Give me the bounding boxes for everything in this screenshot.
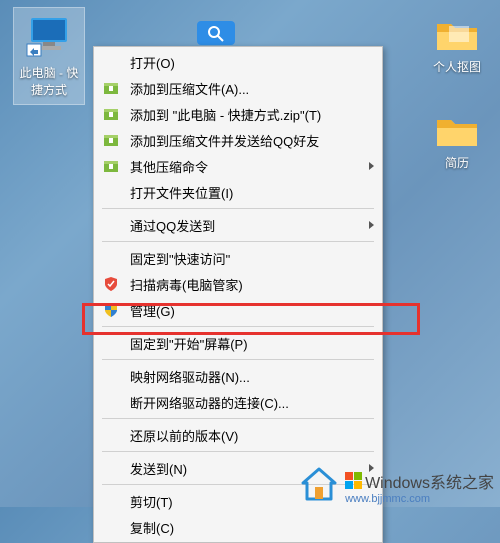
menu-item-manage[interactable]: 管理(G) (94, 297, 382, 323)
blank-icon (102, 183, 120, 201)
desktop-icon-label: 简历 (422, 154, 492, 171)
menu-item-restore-previous[interactable]: 还原以前的版本(V) (94, 422, 382, 448)
menu-separator (102, 326, 374, 327)
menu-item-open-location[interactable]: 打开文件夹位置(I) (94, 179, 382, 205)
house-icon (299, 465, 339, 505)
desktop-icon-label: 此电脑 - 快捷方式 (16, 64, 82, 98)
chevron-right-icon (369, 162, 374, 170)
search-button[interactable] (197, 21, 235, 45)
desktop-icon-folder-2[interactable]: 简历 (422, 110, 492, 171)
menu-item-copy[interactable]: 复制(C) (94, 514, 382, 540)
blank-icon (102, 426, 120, 444)
menu-separator (102, 451, 374, 452)
watermark-url: www.bjjmmc.com (345, 493, 494, 505)
archive-icon (102, 131, 120, 149)
blank-icon (102, 367, 120, 385)
blank-icon (102, 216, 120, 234)
folder-icon (433, 110, 481, 150)
menu-item-scan-virus[interactable]: 扫描病毒(电脑管家) (94, 271, 382, 297)
desktop-icon-label: 个人抠图 (422, 58, 492, 75)
menu-item-open[interactable]: 打开(O) (94, 49, 382, 75)
blank-icon (102, 53, 120, 71)
menu-item-pin-start[interactable]: 固定到"开始"屏幕(P) (94, 330, 382, 356)
pc-monitor-icon (25, 12, 73, 60)
archive-icon (102, 157, 120, 175)
archive-icon (102, 105, 120, 123)
windows-logo-icon (345, 472, 363, 490)
desktop-icon-folder-1[interactable]: 个人抠图 (422, 14, 492, 75)
folder-icon (433, 14, 481, 54)
shield-red-icon (102, 275, 120, 293)
desktop-icon-this-pc-shortcut[interactable]: 此电脑 - 快捷方式 (14, 8, 84, 104)
menu-item-add-zip[interactable]: 添加到 "此电脑 - 快捷方式.zip"(T) (94, 101, 382, 127)
shield-uac-icon (102, 301, 120, 319)
menu-separator (102, 208, 374, 209)
menu-item-other-archive[interactable]: 其他压缩命令 (94, 153, 382, 179)
blank-icon (102, 492, 120, 510)
menu-item-archive-qq[interactable]: 添加到压缩文件并发送给QQ好友 (94, 127, 382, 153)
blank-icon (102, 459, 120, 477)
menu-item-map-network-drive[interactable]: 映射网络驱动器(N)... (94, 363, 382, 389)
menu-separator (102, 359, 374, 360)
menu-separator (102, 418, 374, 419)
archive-icon (102, 79, 120, 97)
blank-icon (102, 393, 120, 411)
watermark: Windows系统之家 www.bjjmmc.com (299, 465, 494, 505)
menu-item-pin-quick-access[interactable]: 固定到"快速访问" (94, 245, 382, 271)
blank-icon (102, 334, 120, 352)
blank-icon (102, 249, 120, 267)
menu-item-qq-send-to[interactable]: 通过QQ发送到 (94, 212, 382, 238)
watermark-title: Windows系统之家 (365, 469, 494, 493)
blank-icon (102, 518, 120, 536)
chevron-right-icon (369, 221, 374, 229)
menu-item-add-archive[interactable]: 添加到压缩文件(A)... (94, 75, 382, 101)
menu-separator (102, 241, 374, 242)
menu-item-disconnect-network-drive[interactable]: 断开网络驱动器的连接(C)... (94, 389, 382, 415)
